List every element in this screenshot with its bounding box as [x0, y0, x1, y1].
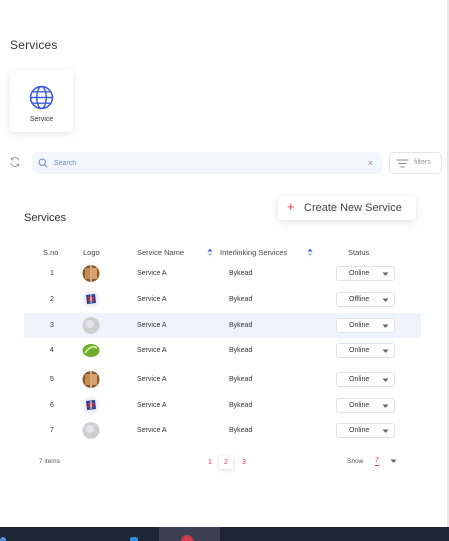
status-select[interactable]: Online [336, 423, 395, 438]
taskbar-app-icon[interactable] [181, 535, 193, 541]
clear-search-icon[interactable]: × [368, 157, 373, 169]
search-icon [38, 158, 48, 168]
header-interlinking-services: Interlinking Services [220, 248, 288, 257]
chevron-down-icon [390, 459, 397, 463]
status-value: Online [349, 402, 370, 409]
create-new-service-button[interactable]: + Create New Service [278, 196, 416, 220]
filters-button[interactable]: filters [389, 152, 442, 174]
row-sno: 7 [50, 427, 54, 434]
chevron-down-icon [382, 349, 389, 353]
create-button-label: Create New Service [304, 202, 402, 214]
table-row[interactable]: 5 Service A Bykead Online [24, 367, 421, 392]
service-logo-icon [82, 342, 100, 359]
header-service-name: Service Name [137, 248, 185, 257]
service-logo-icon [82, 397, 100, 414]
globe-icon [29, 85, 54, 110]
page-2-link[interactable]: 2 [219, 456, 233, 469]
refresh-icon[interactable] [9, 156, 21, 168]
chevron-down-icon [382, 378, 389, 382]
row-service-name: Service A [137, 322, 167, 329]
table-row[interactable]: 2 Service A Bykead Offline [24, 287, 421, 312]
row-sno: 3 [50, 322, 54, 329]
taskbar [0, 527, 449, 541]
row-interlinking-service: Bykead [229, 322, 253, 329]
filter-icon [396, 159, 409, 168]
status-select[interactable]: Online [336, 266, 395, 281]
row-service-name: Service A [137, 427, 167, 434]
row-interlinking-service: Bykead [229, 270, 253, 277]
taskbar-app-icon[interactable] [130, 537, 138, 541]
chevron-down-icon [382, 298, 389, 302]
row-service-name: Service A [137, 376, 167, 383]
header-sno: S.no [43, 248, 59, 257]
row-service-name: Service A [137, 402, 167, 409]
row-interlinking-service: Bykead [229, 347, 253, 354]
page-size-select[interactable]: 7 [371, 454, 399, 468]
row-interlinking-service: Bykead [229, 427, 253, 434]
table-row[interactable]: 4 Service A Bykead Online [24, 338, 421, 363]
page-3-link[interactable]: 3 [237, 456, 251, 469]
chevron-down-icon [382, 324, 389, 328]
row-sno: 1 [50, 270, 54, 277]
status-value: Online [349, 347, 370, 354]
items-count: 7 items [39, 458, 60, 465]
service-logo-icon [82, 422, 100, 439]
status-value: Online [349, 427, 370, 434]
page-1-link[interactable]: 1 [203, 456, 217, 469]
row-interlinking-service: Bykead [229, 402, 253, 409]
service-logo-icon [82, 371, 100, 388]
row-sno: 4 [50, 347, 54, 354]
chevron-down-icon [382, 429, 389, 433]
taskbar-app-icon[interactable] [0, 537, 6, 541]
header-status: Status [348, 248, 370, 257]
sort-icon[interactable] [307, 248, 313, 257]
status-value: Online [349, 322, 370, 329]
service-card[interactable]: Service [10, 70, 73, 132]
service-logo-icon [82, 265, 100, 282]
status-select[interactable]: Online [336, 398, 395, 413]
table-row[interactable]: 3 Service A Bykead Online [24, 313, 421, 338]
page-title: Services [10, 38, 58, 52]
page-size-value: 7 [375, 457, 379, 466]
status-value: Offline [349, 296, 370, 303]
plus-icon: + [287, 199, 295, 214]
row-sno: 2 [50, 296, 54, 303]
search-input[interactable] [54, 155, 354, 171]
row-interlinking-service: Bykead [229, 376, 253, 383]
service-card-label: Service [29, 116, 54, 123]
row-sno: 6 [50, 402, 54, 409]
table-row[interactable]: 7 Service A Bykead Online [24, 418, 421, 443]
status-value: Online [349, 376, 370, 383]
status-select[interactable]: Online [336, 372, 395, 387]
row-interlinking-service: Bykead [229, 296, 253, 303]
row-sno: 5 [50, 376, 54, 383]
search-bar: × [32, 152, 382, 174]
row-service-name: Service A [137, 296, 167, 303]
table-row[interactable]: 1 Service A Bykead Online [24, 261, 421, 286]
show-label: Show [347, 458, 364, 465]
service-logo-icon [82, 291, 100, 308]
service-logo-icon [82, 317, 100, 334]
filters-label: filters [414, 159, 431, 166]
status-select[interactable]: Offline [336, 292, 395, 307]
status-select[interactable]: Online [336, 343, 395, 358]
status-select[interactable]: Online [336, 318, 395, 333]
section-title: Services [24, 212, 67, 224]
table-row[interactable]: 6 Service A Bykead Online [24, 393, 421, 418]
row-service-name: Service A [137, 347, 167, 354]
chevron-down-icon [382, 272, 389, 276]
status-value: Online [349, 270, 370, 277]
chevron-down-icon [382, 404, 389, 408]
header-logo: Logo [83, 248, 100, 257]
sort-icon[interactable] [207, 248, 213, 257]
row-service-name: Service A [137, 270, 167, 277]
